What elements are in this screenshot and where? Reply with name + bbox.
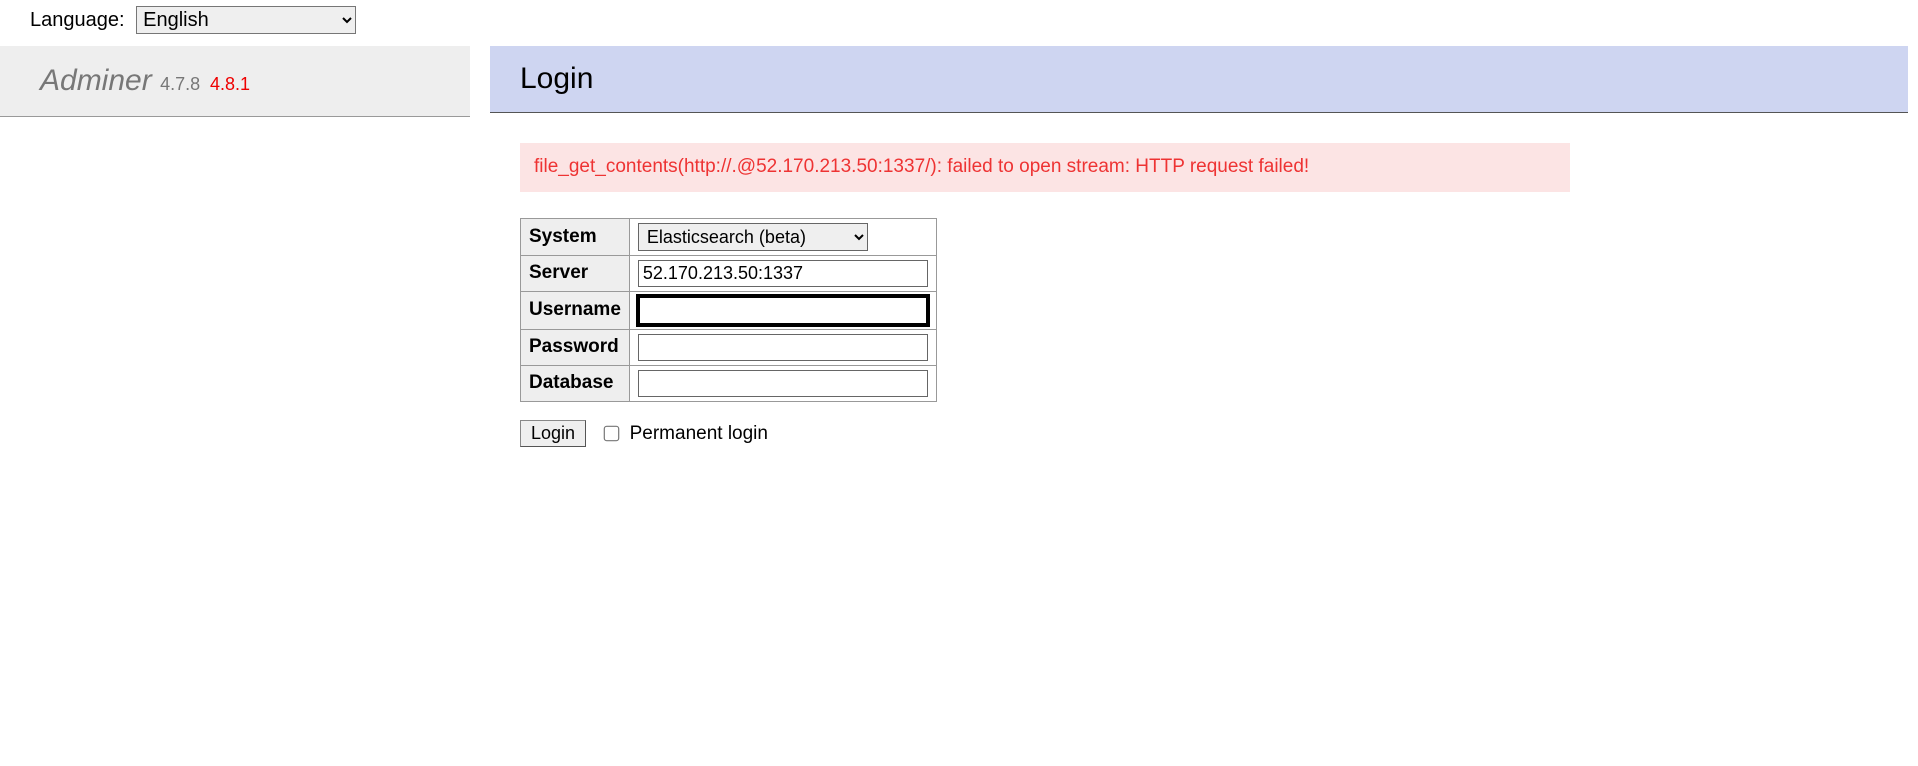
brand-link[interactable]: Adminer (40, 64, 152, 97)
login-form-table: System Elasticsearch (beta) Server Usern… (520, 218, 937, 402)
brand-logo: Adminer (40, 64, 160, 97)
submit-row: Login Permanent login (520, 420, 1908, 447)
row-system: System Elasticsearch (beta) (521, 218, 937, 255)
error-message: file_get_contents(http://.@52.170.213.50… (520, 143, 1570, 192)
content: file_get_contents(http://.@52.170.213.50… (490, 113, 1908, 447)
login-button[interactable]: Login (520, 420, 586, 447)
row-server: Server (521, 255, 937, 291)
sidebar: Adminer 4.7.8 4.8.1 (0, 46, 470, 117)
label-password: Password (521, 329, 630, 365)
row-database: Database (521, 365, 937, 401)
page-title: Login (520, 62, 1908, 96)
username-input[interactable] (638, 296, 928, 325)
permanent-login-label[interactable]: Permanent login (601, 423, 768, 444)
system-select[interactable]: Elasticsearch (beta) (638, 223, 868, 251)
label-server: Server (521, 255, 630, 291)
row-username: Username (521, 291, 937, 329)
version-latest-link[interactable]: 4.8.1 (210, 74, 250, 94)
page-heading-wrap: Login (490, 46, 1908, 113)
main: Login file_get_contents(http://.@52.170.… (490, 46, 1908, 447)
label-database: Database (521, 365, 630, 401)
language-select[interactable]: English (136, 6, 356, 34)
language-label: Language: (30, 9, 125, 31)
row-password: Password (521, 329, 937, 365)
label-system: System (521, 218, 630, 255)
permanent-login-text: Permanent login (630, 423, 768, 444)
password-input[interactable] (638, 334, 928, 361)
permanent-login-checkbox[interactable] (604, 425, 620, 441)
label-username: Username (521, 291, 630, 329)
server-input[interactable] (638, 260, 928, 287)
database-input[interactable] (638, 370, 928, 397)
language-bar: Language: English (0, 0, 1918, 40)
version-current: 4.7.8 (160, 74, 200, 94)
